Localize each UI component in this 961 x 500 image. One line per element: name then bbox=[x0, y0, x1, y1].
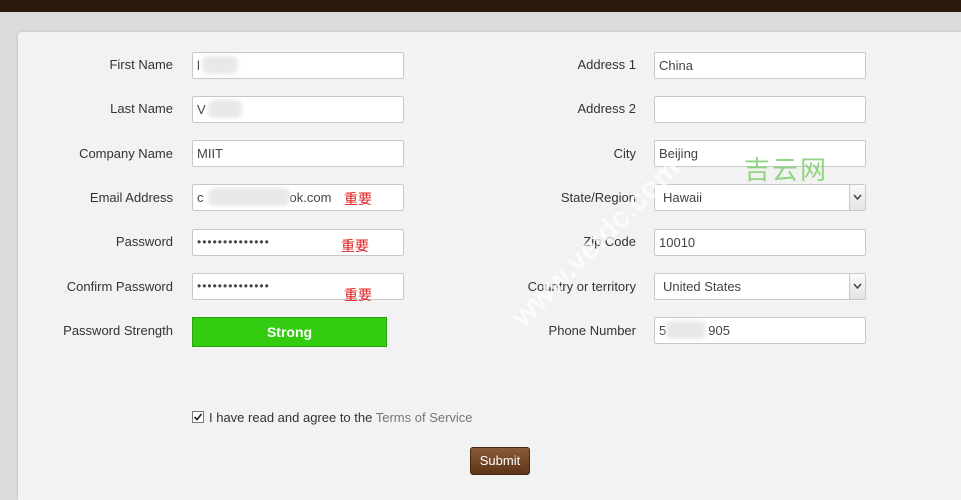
email-address-label: Email Address bbox=[89, 190, 173, 205]
email-important-note: 重要 bbox=[344, 191, 372, 207]
agree-label: I have read and agree to the bbox=[209, 410, 376, 425]
password-important-note: 重要 bbox=[341, 238, 369, 254]
top-bar bbox=[0, 0, 961, 12]
agree-text: I have read and agree to the Terms of Se… bbox=[209, 410, 473, 425]
address2-input[interactable] bbox=[654, 96, 866, 123]
email-value-prefix: c bbox=[197, 190, 204, 205]
confirm-password-label: Confirm Password bbox=[66, 279, 173, 294]
chevron-down-icon[interactable] bbox=[849, 185, 865, 210]
first-name-label: First Name bbox=[109, 57, 173, 72]
company-name-label: Company Name bbox=[79, 146, 173, 161]
phone-number-label: Phone Number bbox=[548, 323, 636, 338]
last-name-label: Last Name bbox=[110, 101, 173, 116]
company-name-value: MIIT bbox=[197, 146, 223, 161]
company-name-input[interactable]: MIIT bbox=[192, 140, 404, 167]
state-region-select[interactable]: Hawaii bbox=[654, 184, 866, 211]
password-label: Password bbox=[115, 234, 173, 249]
address1-label: Address 1 bbox=[577, 57, 636, 72]
city-label: City bbox=[613, 146, 636, 161]
confirm-password-input[interactable]: •••••••••••••• bbox=[192, 273, 404, 300]
password-value: •••••••••••••• bbox=[197, 235, 270, 249]
submit-button[interactable]: Submit bbox=[470, 447, 530, 475]
email-value-suffix: ok.com bbox=[289, 190, 332, 205]
zip-code-input[interactable]: 10010 bbox=[654, 229, 866, 256]
terms-of-service-link[interactable]: Terms of Service bbox=[376, 410, 473, 425]
checkmark-icon bbox=[193, 413, 203, 421]
redaction-blur bbox=[208, 100, 242, 118]
zip-code-value: 10010 bbox=[659, 235, 696, 250]
redaction-blur bbox=[666, 321, 706, 339]
address1-input[interactable]: China bbox=[654, 52, 866, 79]
redaction-blur bbox=[208, 188, 290, 206]
country-value: United States bbox=[663, 279, 742, 294]
agree-checkbox[interactable] bbox=[192, 411, 204, 423]
brand-watermark: 吉云网 bbox=[744, 156, 829, 186]
confirm-password-important-note: 重要 bbox=[344, 287, 372, 303]
chevron-down-icon[interactable] bbox=[849, 274, 865, 299]
password-input[interactable]: •••••••••••••• bbox=[192, 229, 404, 256]
last-name-value: V bbox=[197, 102, 206, 117]
first-name-value: l bbox=[197, 58, 200, 73]
phone-value-suffix: 905 bbox=[708, 323, 730, 338]
confirm-password-value: •••••••••••••• bbox=[197, 279, 270, 293]
address2-label: Address 2 bbox=[577, 101, 636, 116]
country-select[interactable]: United States bbox=[654, 273, 866, 300]
address1-value: China bbox=[659, 58, 693, 73]
redaction-blur bbox=[202, 56, 238, 74]
password-strength-label: Password Strength bbox=[63, 323, 173, 338]
password-strength-meter: Strong bbox=[192, 317, 387, 347]
